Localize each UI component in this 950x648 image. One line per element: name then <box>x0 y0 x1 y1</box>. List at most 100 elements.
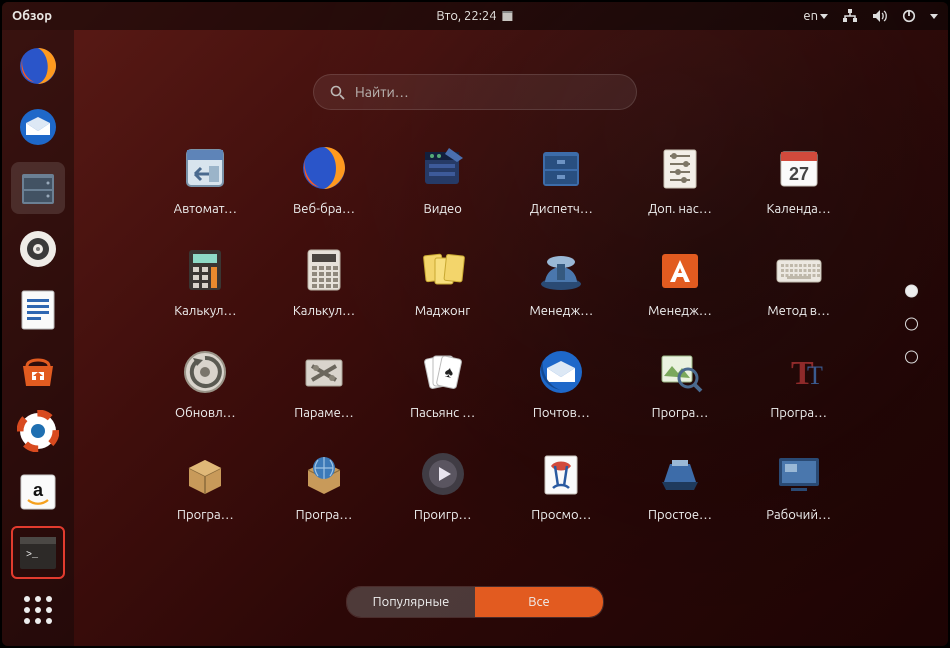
remote-icon <box>773 448 825 500</box>
app-label: Пасьянс … <box>410 406 475 420</box>
app-remote[interactable]: Рабочий… <box>755 448 842 522</box>
app-label: Програ… <box>177 508 234 522</box>
app-evince[interactable]: Просмо… <box>518 448 605 522</box>
box-globe-icon <box>298 448 350 500</box>
keyboard-layout-indicator[interactable]: en <box>803 9 828 23</box>
app-label: Просмо… <box>531 508 591 522</box>
app-label: Метод в… <box>767 304 830 318</box>
app-updater[interactable]: Обновл… <box>162 346 249 420</box>
svg-text:27: 27 <box>789 164 809 184</box>
dock-amazon[interactable]: a <box>11 466 65 519</box>
app-label: Обновл… <box>175 406 236 420</box>
app-mahjong[interactable]: Маджонг <box>399 244 486 318</box>
applications-grid: Автомат… Веб-бра… Видео Диспетч… Доп. нас… 27… <box>162 142 842 522</box>
power-icon <box>902 9 916 23</box>
dock-firefox[interactable] <box>11 40 65 93</box>
app-settings[interactable]: Параме… <box>281 346 368 420</box>
tab-popular[interactable]: Популярные <box>347 587 475 617</box>
app-label: Доп. нас… <box>648 202 712 216</box>
thunderbird-icon <box>535 346 587 398</box>
app-thunderbird[interactable]: Почтов… <box>518 346 605 420</box>
updater-icon <box>179 346 231 398</box>
app-box[interactable]: Програ… <box>162 448 249 522</box>
dock-writer[interactable] <box>11 283 65 336</box>
app-label: Календа… <box>767 202 831 216</box>
cards-icon: ♥♠ <box>417 346 469 398</box>
app-firefox[interactable]: Веб-бра… <box>281 142 368 216</box>
app-label: Параме… <box>294 406 354 420</box>
app-video[interactable]: Видео <box>399 142 486 216</box>
dock-help[interactable] <box>11 405 65 458</box>
app-label: Калькул… <box>174 304 236 318</box>
notification-icon <box>502 10 514 22</box>
app-a-orange[interactable]: Менедж… <box>637 244 724 318</box>
app-magnify-img[interactable]: Програ… <box>637 346 724 420</box>
dock-rhythmbox[interactable] <box>11 222 65 275</box>
app-label: Менедж… <box>529 304 593 318</box>
app-label: Маджонг <box>415 304 471 318</box>
page-dot-2[interactable] <box>905 318 918 331</box>
app-label: Рабочий… <box>766 508 831 522</box>
app-label: Автомат… <box>174 202 237 216</box>
svg-text:a: a <box>33 480 44 500</box>
mahjong-icon <box>417 244 469 296</box>
page-dot-3[interactable] <box>905 351 918 364</box>
activities-button[interactable]: Обзор <box>12 9 52 23</box>
status-area[interactable]: en <box>803 9 938 23</box>
page-indicator[interactable] <box>905 285 918 364</box>
tab-all[interactable]: Все <box>475 587 603 617</box>
dock-software[interactable] <box>11 344 65 397</box>
search-icon <box>330 85 345 100</box>
app-filter-tabs: Популярные Все <box>346 586 604 618</box>
desktop-overview: Обзор Вто, 22:24 en a >_ Найти… <box>2 2 948 646</box>
app-player[interactable]: Проигр… <box>399 448 486 522</box>
search-input[interactable]: Найти… <box>313 74 637 110</box>
app-label: Програ… <box>770 406 827 420</box>
dock: a >_ <box>2 30 74 646</box>
app-label: Програ… <box>296 508 353 522</box>
chevron-down-icon <box>930 14 938 19</box>
app-tweaks[interactable]: Доп. нас… <box>637 142 724 216</box>
search-placeholder: Найти… <box>355 84 409 100</box>
app-calc-dark[interactable]: Калькул… <box>162 244 249 318</box>
firefox-icon <box>298 142 350 194</box>
app-autorun[interactable]: Автомат… <box>162 142 249 216</box>
app-calc-light[interactable]: Калькул… <box>281 244 368 318</box>
app-scanner-blue[interactable]: Менедж… <box>518 244 605 318</box>
scanner-blue-icon <box>535 244 587 296</box>
volume-icon <box>872 9 888 23</box>
archive-icon <box>535 142 587 194</box>
fonts-icon: TT <box>773 346 825 398</box>
calc-light-icon <box>298 244 350 296</box>
app-archive[interactable]: Диспетч… <box>518 142 605 216</box>
app-calendar[interactable]: 27 Календа… <box>755 142 842 216</box>
dock-files[interactable] <box>11 162 65 215</box>
app-label: Менедж… <box>648 304 712 318</box>
evince-icon <box>535 448 587 500</box>
app-keyboard[interactable]: Метод в… <box>755 244 842 318</box>
box-icon <box>179 448 231 500</box>
video-icon <box>417 142 469 194</box>
clock-text: Вто, 22:24 <box>436 9 496 23</box>
app-fonts[interactable]: TT Програ… <box>755 346 842 420</box>
app-label: Веб-бра… <box>293 202 355 216</box>
tweaks-icon <box>654 142 706 194</box>
svg-text:>_: >_ <box>26 550 39 561</box>
autorun-icon <box>179 142 231 194</box>
scan-flat-icon <box>654 448 706 500</box>
network-icon <box>842 9 858 23</box>
app-box-globe[interactable]: Програ… <box>281 448 368 522</box>
clock[interactable]: Вто, 22:24 <box>436 9 513 23</box>
calc-dark-icon <box>179 244 231 296</box>
app-label: Програ… <box>652 406 709 420</box>
dock-terminal[interactable]: >_ <box>11 526 65 579</box>
top-panel: Обзор Вто, 22:24 en <box>2 2 948 30</box>
app-label: Калькул… <box>293 304 355 318</box>
page-dot-1[interactable] <box>905 285 918 298</box>
show-applications-button[interactable] <box>11 583 65 636</box>
dock-thunderbird[interactable] <box>11 101 65 154</box>
app-label: Диспетч… <box>530 202 593 216</box>
app-cards[interactable]: ♥♠ Пасьянс … <box>399 346 486 420</box>
app-scan-flat[interactable]: Простое… <box>637 448 724 522</box>
magnify-img-icon <box>654 346 706 398</box>
